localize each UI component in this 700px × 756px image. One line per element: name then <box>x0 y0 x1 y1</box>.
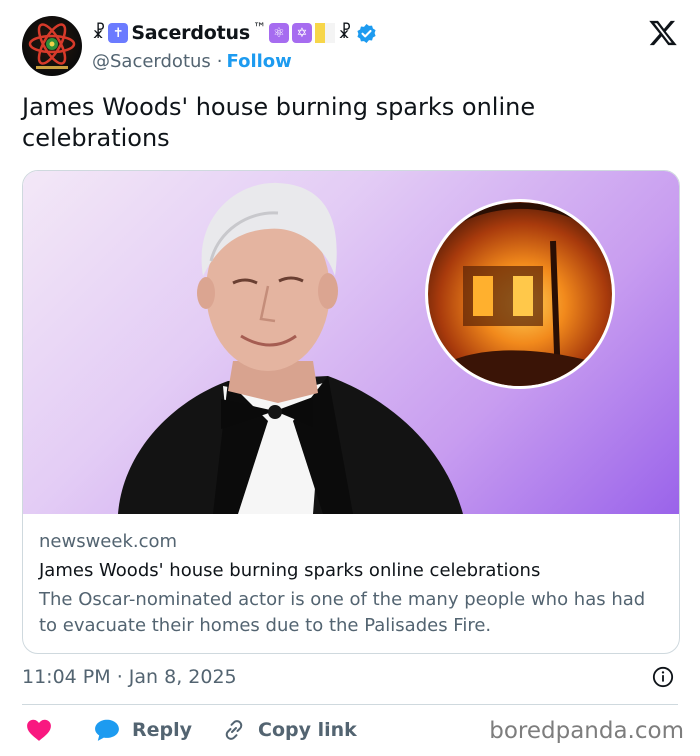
atom-logo-icon <box>28 23 76 69</box>
vatican-flag-icon <box>314 23 335 43</box>
handle[interactable]: @Sacerdotus <box>92 51 211 72</box>
chi-rho-icon: ☧ <box>92 22 106 43</box>
link-card[interactable]: newsweek.com James Woods' house burning … <box>22 170 680 654</box>
info-icon[interactable] <box>652 666 674 688</box>
avatar[interactable] <box>22 16 82 76</box>
trademark-symbol: ™ <box>252 21 266 36</box>
like-heart-icon[interactable] <box>26 718 52 742</box>
action-bar: Reply Copy link <box>22 712 357 748</box>
separator-dot: · <box>116 666 123 688</box>
date: Jan 8, 2025 <box>128 666 237 688</box>
chi-rho-icon: ☧ <box>337 22 352 43</box>
tweet-text: James Woods' house burning sparks online… <box>22 93 536 152</box>
copy-link-label: Copy link <box>258 719 357 741</box>
card-title[interactable]: James Woods' house burning sparks online… <box>39 560 540 581</box>
divider <box>22 704 678 705</box>
tweet-header: ☧ ✝ Sacerdotus ™ ⚛ ✡ ☧ @Sacerdotus · Foll… <box>22 16 682 78</box>
display-name-row[interactable]: ☧ ✝ Sacerdotus ™ ⚛ ✡ ☧ <box>92 18 377 48</box>
separator-dot: · <box>216 50 223 72</box>
display-name[interactable]: Sacerdotus <box>131 22 250 44</box>
reply-bubble-icon <box>95 719 119 741</box>
link-icon <box>225 720 243 740</box>
watermark: boredpanda.com <box>489 718 684 744</box>
card-domain: newsweek.com <box>39 531 178 552</box>
verified-badge-icon <box>356 23 377 44</box>
card-image[interactable] <box>23 171 679 514</box>
star-of-david-icon: ✡ <box>291 23 312 43</box>
card-description: The Oscar-nominated actor is one of the … <box>39 589 646 636</box>
reply-button[interactable]: Reply <box>94 718 192 742</box>
card-photo <box>118 182 615 514</box>
timestamp[interactable]: 11:04 PM · Jan 8, 2025 <box>22 666 237 688</box>
reply-label: Reply <box>132 719 193 741</box>
copy-link-button[interactable]: Copy link <box>222 718 357 742</box>
follow-button[interactable]: Follow <box>227 51 292 72</box>
x-logo-icon[interactable] <box>648 18 678 48</box>
handle-row: @Sacerdotus · Follow <box>92 48 292 74</box>
time: 11:04 PM <box>22 666 111 688</box>
atom-icon: ⚛ <box>268 23 289 43</box>
cross-icon: ✝ <box>108 23 129 43</box>
